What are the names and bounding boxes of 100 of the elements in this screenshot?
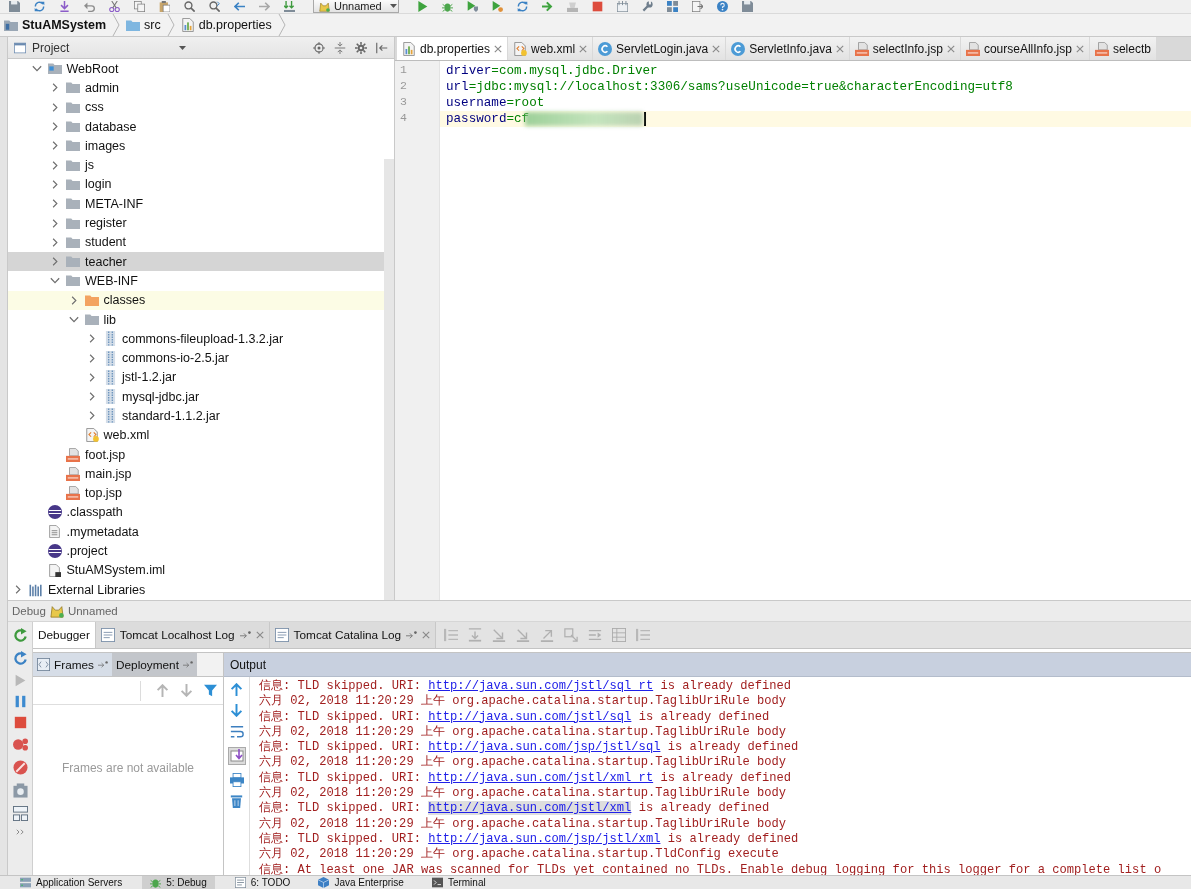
bug-icon[interactable] — [442, 1, 453, 12]
close-icon[interactable] — [946, 44, 955, 53]
editor-tab[interactable]: ServletLogin.java — [593, 37, 726, 60]
tree-item[interactable]: teacher — [8, 251, 384, 272]
panel-tab[interactable]: Frames — [33, 653, 112, 676]
chevron-right-icon[interactable] — [89, 353, 95, 363]
chevron-right-icon[interactable] — [89, 372, 95, 382]
cut-icon[interactable] — [109, 1, 120, 12]
tree-item[interactable]: jstl-1.2.jar — [8, 367, 384, 388]
arrow-dot-icon[interactable] — [98, 661, 108, 668]
search-icon[interactable] — [184, 1, 195, 12]
chevron-down-icon[interactable] — [31, 65, 42, 73]
arrow-right-icon[interactable] — [542, 1, 553, 12]
arrow-down-icon[interactable] — [180, 684, 193, 697]
tree-item[interactable]: foot.jsp — [8, 444, 384, 465]
chevron-right-icon[interactable] — [52, 199, 58, 209]
chevron-right-icon[interactable] — [70, 295, 77, 305]
stop-icon[interactable] — [592, 1, 603, 12]
log-link[interactable]: http://java.sun.com/jstl/xml — [428, 801, 632, 816]
tree-item[interactable]: .classpath — [8, 502, 384, 523]
tool-window-tab[interactable]: 5: Debug — [142, 876, 215, 889]
paste-icon[interactable] — [159, 1, 170, 12]
log-link[interactable]: http://java.sun.com/jstl/sql — [428, 709, 632, 724]
scrollbar[interactable] — [384, 159, 394, 600]
chevron-down-icon[interactable] — [50, 277, 60, 285]
save-icon[interactable] — [9, 1, 20, 12]
tool-window-tab[interactable]: Application Servers — [12, 876, 131, 889]
tree-item[interactable]: css — [8, 97, 384, 117]
tree-item[interactable]: WebRoot — [8, 59, 384, 79]
run-configuration-dropdown[interactable]: Unnamed — [313, 0, 399, 13]
arrow-dot-icon[interactable] — [406, 631, 418, 639]
tree-item[interactable]: commons-fileupload-1.3.2.jar — [8, 329, 384, 349]
debug-tab[interactable]: Tomcat Localhost Log — [95, 622, 270, 648]
export-icon[interactable] — [692, 1, 703, 12]
tree-item[interactable]: StuAMSystem.iml — [8, 560, 384, 580]
arrow-in-box-icon[interactable] — [227, 747, 246, 765]
chevron-right-icon[interactable] — [52, 160, 58, 170]
editor-tab[interactable]: selectb — [1089, 37, 1156, 60]
tree-item[interactable]: lib — [8, 309, 384, 330]
debug-tab[interactable]: Debugger — [33, 622, 96, 648]
replace-icon[interactable] — [209, 1, 220, 12]
close-icon[interactable] — [422, 631, 431, 639]
tree-item[interactable]: admin — [8, 78, 384, 98]
log-link[interactable]: http://java.sun.com/jsp/jstl/sql — [428, 740, 661, 755]
breadcrumb-link[interactable]: db.properties — [178, 18, 274, 32]
log-link[interactable]: http://java.sun.com/jstl/sql_rt — [428, 679, 654, 693]
tree-item[interactable]: student — [8, 232, 384, 252]
pause-icon[interactable] — [13, 695, 27, 708]
chevron-down-icon[interactable] — [68, 316, 79, 323]
editor-tab[interactable]: courseAllInfo.jsp — [960, 37, 1089, 60]
undo-icon[interactable] — [84, 1, 95, 12]
tree-item[interactable]: database — [8, 116, 384, 137]
arrow-down-icon[interactable] — [230, 704, 243, 717]
sync-icon[interactable] — [34, 1, 45, 12]
tree-item[interactable]: commons-io-2.5.jar — [8, 348, 384, 368]
chevron-right-icon[interactable] — [52, 179, 58, 189]
layout-icon[interactable] — [12, 806, 28, 821]
arrow-up-icon[interactable] — [230, 683, 243, 696]
camera-icon[interactable] — [12, 783, 28, 798]
settings-icon[interactable] — [355, 41, 367, 54]
tool-window-tab[interactable]: Terminal — [423, 876, 494, 889]
arrow-dot-icon[interactable] — [239, 631, 251, 639]
filter-icon[interactable] — [204, 684, 217, 697]
close-icon[interactable] — [1075, 44, 1084, 53]
no-entry-icon[interactable] — [12, 760, 28, 775]
refresh-icon[interactable] — [12, 651, 28, 666]
close-icon[interactable] — [712, 44, 721, 53]
tree-item[interactable]: top.jsp — [8, 483, 384, 503]
chevron-right-icon[interactable] — [89, 334, 95, 344]
chevron-right-icon[interactable] — [52, 141, 58, 151]
close-icon[interactable] — [579, 44, 588, 53]
chevron-right-icon[interactable] — [89, 392, 95, 402]
chevron-right-icon[interactable] — [52, 257, 58, 267]
editor-tab[interactable]: selectInfo.jsp — [849, 37, 960, 60]
back-arrow-icon[interactable] — [234, 1, 245, 12]
log-link[interactable]: http://java.sun.com/jsp/jstl/xml — [428, 831, 661, 846]
chevron-right-icon[interactable] — [52, 122, 58, 132]
copy-icon[interactable] — [134, 1, 145, 12]
tree-item[interactable]: images — [8, 136, 384, 156]
tool-window-tab[interactable]: 6: TODO — [226, 876, 299, 889]
close-icon[interactable] — [835, 44, 844, 53]
tree-item[interactable]: .mymetadata — [8, 522, 384, 542]
log-link[interactable]: http://java.sun.com/jstl/xml_rt — [428, 770, 654, 785]
tree-item[interactable]: WEB-INF — [8, 271, 384, 291]
grid-icon[interactable] — [667, 1, 678, 12]
panel-tab[interactable]: Deployment — [112, 653, 197, 676]
play-shield-icon[interactable] — [467, 1, 478, 12]
wrap-icon[interactable] — [229, 725, 244, 739]
arrow-dot-icon[interactable] — [182, 661, 193, 668]
target-icon[interactable] — [313, 41, 325, 54]
table-icon[interactable] — [612, 628, 627, 642]
tree-item[interactable]: login — [8, 174, 384, 195]
double-chevron-icon[interactable] — [15, 829, 25, 835]
tree-item[interactable]: js — [8, 155, 384, 175]
tree-item[interactable]: External Libraries — [8, 580, 384, 600]
editor-tab[interactable]: web.xml — [508, 37, 593, 60]
download-icon[interactable] — [59, 1, 70, 12]
editor-tab[interactable]: ServletInfo.java — [726, 37, 849, 60]
tree-item[interactable]: classes — [8, 290, 384, 310]
sync-icon[interactable] — [517, 1, 528, 12]
